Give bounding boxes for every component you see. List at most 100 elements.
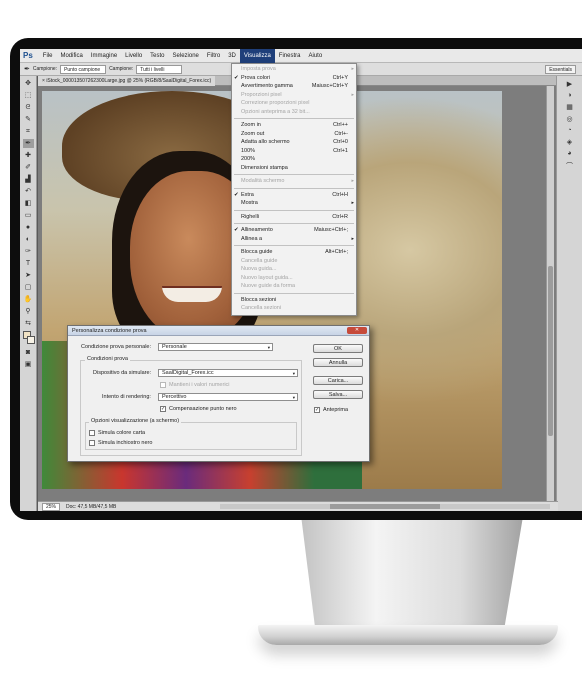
vertical-scrollbar[interactable]	[546, 86, 554, 504]
swatches-icon[interactable]: ▦	[557, 103, 582, 111]
view-menu-item[interactable]: Blocca sezioni	[232, 296, 356, 305]
path-select-icon[interactable]: ➤	[23, 271, 34, 280]
history-brush-icon[interactable]: ↶	[23, 187, 34, 196]
menu-file[interactable]: File	[39, 49, 57, 63]
view-menu-item[interactable]: Zoom in Ctrl++	[232, 121, 356, 130]
quick-mask-icon[interactable]: ◙	[23, 348, 34, 357]
view-menu-item-label: Zoom in	[241, 122, 261, 128]
crop-icon[interactable]: ⌗	[23, 127, 34, 136]
swap-colors-icon[interactable]: ⇆	[23, 319, 34, 328]
view-menu-item[interactable]: ✔ Allineamento Maiusc+Ctrl+;	[232, 226, 356, 235]
healing-icon[interactable]: ✚	[23, 151, 34, 160]
pen-icon[interactable]: ✑	[23, 247, 34, 256]
shape-icon[interactable]: ▢	[23, 283, 34, 292]
menu-type[interactable]: Testo	[146, 49, 168, 63]
view-menu-item[interactable]: ✔ Prova colori Ctrl+Y	[232, 74, 356, 83]
view-menu-item[interactable]: Adatta allo schermo Ctrl+0	[232, 138, 356, 147]
view-menu-item-shortcut: Ctrl+Y	[332, 74, 348, 81]
close-icon[interactable]: ×	[42, 76, 45, 86]
device-select[interactable]: SaalDigital_Forex.icc ▾	[158, 369, 298, 377]
vertical-scroll-thumb[interactable]	[548, 266, 553, 436]
view-menu-item-shortcut: Ctrl+-	[334, 130, 348, 137]
view-menu-item: Opzioni anteprima a 32 bit...	[232, 108, 356, 117]
color-swatches[interactable]	[22, 331, 35, 345]
view-menu-item[interactable]: Avvertimento gamma Maiusc+Ctrl+Y	[232, 82, 356, 91]
chevron-down-icon: ▾	[267, 345, 270, 350]
quick-select-icon[interactable]: ✎	[23, 115, 34, 124]
black-ink-checkbox[interactable]	[89, 440, 95, 446]
tools-panel: ✥ ⬚ ᘓ ✎ ⌗ ✒ ✚ ✐ ▟ ↶ ◧ ▭ ● ◐ ✑ T ➤ ▢ ✋ ⚲ …	[20, 76, 37, 511]
view-menu-item[interactable]: 200%	[232, 155, 356, 164]
view-menu-item[interactable]: Dimensioni stampa	[232, 164, 356, 173]
condition-select[interactable]: Personale ▾	[158, 343, 273, 351]
save-button[interactable]: Salva...	[313, 390, 363, 399]
zoom-level-field[interactable]: 25%	[42, 502, 61, 511]
view-menu-item[interactable]: Blocca guide Alt+Ctrl+;	[232, 248, 356, 257]
move-icon[interactable]: ✥	[23, 79, 34, 88]
black-ink-label: Simula inchiostro nero	[98, 440, 153, 446]
view-menu-item-shortcut: Ctrl+R	[332, 213, 348, 220]
menu-view[interactable]: Visualizza	[239, 49, 275, 63]
view-menu-item[interactable]: Mostra ▸	[232, 199, 356, 208]
view-menu-item-label: Blocca guide	[241, 249, 273, 255]
stamp-icon[interactable]: ▟	[23, 175, 34, 184]
hand-icon[interactable]: ✋	[23, 295, 34, 304]
menu-layer[interactable]: Livello	[121, 49, 146, 63]
view-menu-item[interactable]: Allinea a ▸	[232, 235, 356, 244]
menu-3d[interactable]: 3D	[224, 49, 240, 63]
menu-select[interactable]: Selezione	[169, 49, 203, 63]
menu-separator	[234, 209, 354, 211]
eraser-icon[interactable]: ◧	[23, 199, 34, 208]
channels-icon[interactable]: ◕	[557, 150, 582, 157]
keep-values-checkbox[interactable]	[160, 382, 166, 388]
view-menu-item-label: Modalità schermo	[241, 178, 285, 184]
view-menu-item: Imposta prova ▸	[232, 65, 356, 74]
brush-icon[interactable]: ✐	[23, 163, 34, 172]
view-menu-item-label: Opzioni anteprima a 32 bit...	[241, 108, 310, 115]
view-menu-item[interactable]: ✔ Extra Ctrl+H	[232, 191, 356, 200]
sample-layers-select[interactable]: Tutti i livelli	[136, 64, 183, 74]
sample-size-select[interactable]: Punto campione	[60, 64, 107, 74]
view-menu-item[interactable]: Righelli Ctrl+R	[232, 213, 356, 222]
horizontal-scrollbar[interactable]	[220, 504, 550, 509]
styles-icon[interactable]: ◔	[557, 127, 582, 134]
cancel-button[interactable]: Annulla	[313, 358, 363, 367]
view-menu-item-shortcut: Ctrl++	[333, 122, 348, 128]
blur-icon[interactable]: ●	[23, 223, 34, 232]
view-menu-item[interactable]: 100% Ctrl+1	[232, 147, 356, 156]
workspace-switcher[interactable]: Essentials	[545, 65, 576, 74]
menu-separator	[234, 292, 354, 294]
menu-help[interactable]: Aiuto	[304, 49, 326, 63]
background-color-swatch[interactable]	[26, 336, 35, 344]
intent-select[interactable]: Percettivo ▾	[158, 393, 298, 401]
preview-checkbox[interactable]: ✓	[314, 407, 320, 413]
view-menu-item-label: Allineamento	[241, 227, 273, 233]
adjustments-icon[interactable]: ◎	[557, 115, 582, 123]
zoom-icon[interactable]: ⚲	[23, 307, 34, 316]
document-tab[interactable]: × iStock_000013507262300Large.jpg @ 25% …	[38, 76, 216, 86]
lasso-icon[interactable]: ᘓ	[23, 103, 34, 112]
eyedropper-icon[interactable]: ✒	[24, 65, 30, 73]
type-icon[interactable]: T	[23, 259, 34, 268]
marquee-icon[interactable]: ⬚	[23, 91, 34, 100]
eyedropper-icon[interactable]: ✒	[22, 139, 34, 148]
screen-mode-icon[interactable]: ▣	[23, 360, 34, 369]
menu-separator	[234, 187, 354, 189]
color-icon[interactable]: ◑	[557, 92, 582, 99]
paper-color-checkbox[interactable]	[89, 430, 95, 436]
close-icon[interactable]: ✕	[347, 327, 367, 334]
gradient-icon[interactable]: ▭	[23, 211, 34, 220]
history-icon[interactable]: ▶	[557, 80, 582, 88]
view-menu-item[interactable]: Zoom out Ctrl+-	[232, 130, 356, 139]
load-button[interactable]: Carica...	[313, 376, 363, 385]
layers-icon[interactable]: ◈	[557, 138, 582, 146]
horizontal-scroll-thumb[interactable]	[330, 504, 440, 509]
menu-window[interactable]: Finestra	[275, 49, 305, 63]
menu-image[interactable]: Immagine	[87, 49, 121, 63]
black-point-checkbox[interactable]: ✓	[160, 406, 166, 412]
menu-filter[interactable]: Filtro	[203, 49, 224, 63]
ok-button[interactable]: OK	[313, 344, 363, 353]
dodge-icon[interactable]: ◐	[23, 235, 34, 244]
menu-edit[interactable]: Modifica	[56, 49, 86, 63]
paths-icon[interactable]: ⌒	[557, 161, 582, 171]
